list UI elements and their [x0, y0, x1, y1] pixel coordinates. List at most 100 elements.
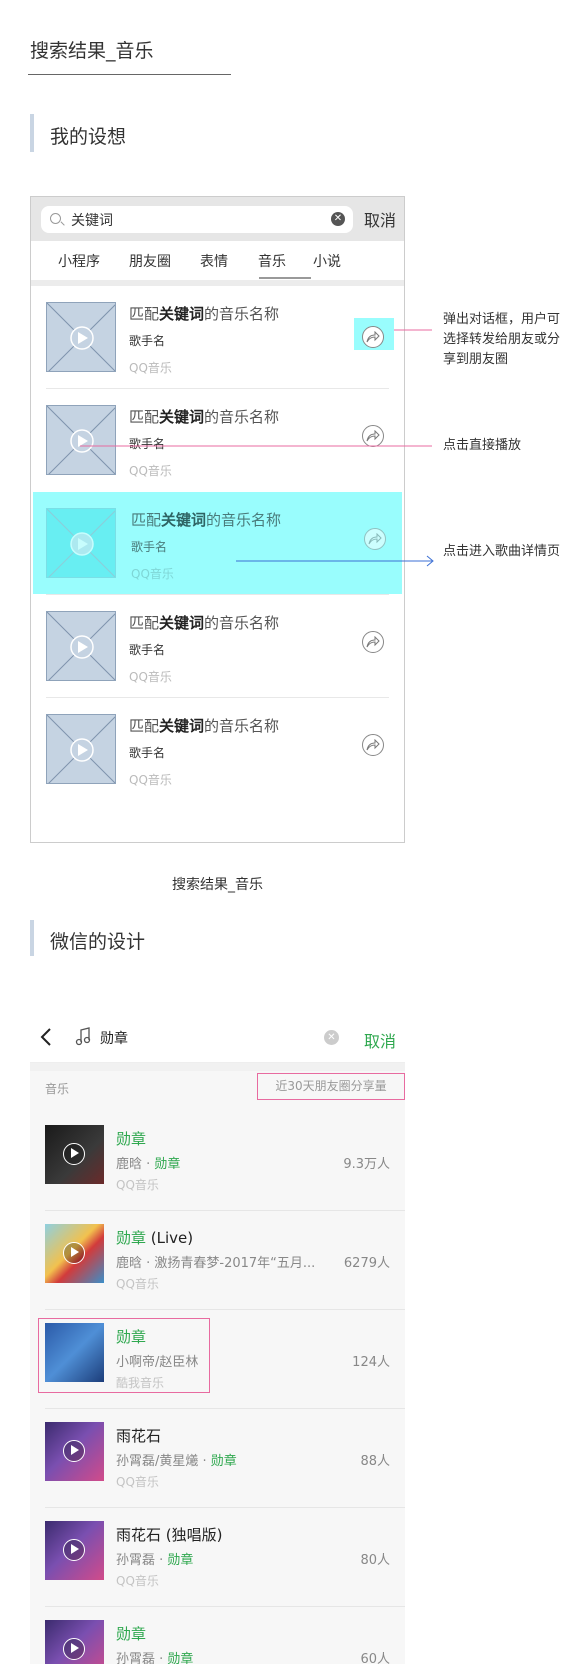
title-prefix: 匹配 [129, 717, 160, 735]
title-suffix: 的音乐名称 [204, 614, 280, 632]
source-label: QQ音乐 [116, 1475, 159, 1489]
artist-name: 歌手名 [131, 540, 168, 554]
tab-novels[interactable]: 小说 [313, 251, 341, 271]
tab-music[interactable]: 音乐 [258, 251, 286, 271]
album-thumbnail[interactable] [46, 714, 116, 784]
back-arrow-icon[interactable] [39, 1027, 53, 1047]
music-result-row[interactable]: 匹配关键词的音乐名称 歌手名 QQ音乐 [33, 492, 402, 594]
section-title-wechat-design: 微信的设计 [50, 931, 146, 953]
wechat-music-row[interactable]: 雨花石 (独唱版) 孙霄磊 · 勋章 QQ音乐 80人 [30, 1508, 405, 1607]
song-title: 匹配关键词的音乐名称 [129, 715, 279, 736]
search-input[interactable]: 关键词 ✕ [41, 206, 353, 233]
title-keyword: 关键词 [159, 614, 205, 632]
share-count: 60人 [360, 1652, 390, 1664]
title-text: 雨花石 [116, 1427, 162, 1445]
title-keyword: 关键词 [161, 511, 207, 529]
artist-text: 鹿晗 [116, 1157, 143, 1172]
song-title: 匹配关键词的音乐名称 [129, 612, 279, 633]
music-result-row[interactable]: 匹配关键词的音乐名称 歌手名 QQ音乐 [31, 389, 404, 491]
figure-caption: 搜索结果_音乐 [172, 877, 263, 893]
search-header: 勋章 ✕ 取消 [30, 1014, 405, 1063]
share-count: 124人 [352, 1355, 390, 1370]
title-text: 勋章 [116, 1229, 147, 1247]
play-icon [47, 509, 115, 577]
artist-text: 孙霄磊 [116, 1652, 156, 1664]
share-count: 9.3万人 [343, 1157, 390, 1172]
source-label: QQ音乐 [129, 773, 172, 787]
music-result-row[interactable]: 匹配关键词的音乐名称 歌手名 QQ音乐 [31, 698, 404, 800]
music-result-row[interactable]: 匹配关键词的音乐名称 歌手名 QQ音乐 [31, 595, 404, 697]
share-icon[interactable] [362, 425, 384, 447]
share-count: 80人 [360, 1553, 390, 1568]
category-tabs: 小程序 朋友圈 表情 音乐 小说 [31, 241, 404, 280]
artist-name: 歌手名 [129, 437, 166, 451]
song-title: 匹配关键词的音乐名称 [129, 406, 279, 427]
artist-text: 鹿晗 · 激扬青春梦-2017年“五月... [116, 1256, 316, 1271]
title-prefix: 匹配 [129, 614, 160, 632]
title-keyword: 关键词 [159, 408, 205, 426]
share-count: 6279人 [343, 1256, 390, 1271]
play-icon[interactable] [63, 1242, 85, 1264]
album-cover[interactable] [45, 1620, 104, 1664]
play-icon[interactable] [63, 1440, 85, 1462]
artist-line: 鹿晗 · 勋章 [116, 1157, 181, 1172]
song-title: 匹配关键词的音乐名称 [129, 303, 279, 324]
source-label: QQ音乐 [131, 567, 174, 581]
album-thumbnail[interactable] [46, 405, 116, 475]
mockup-wechat-design: 勋章 ✕ 取消 音乐 近30天朋友圈分享量 勋章 鹿晗 · 勋章 QQ音乐 9.… [30, 1014, 405, 1664]
share-icon[interactable] [362, 326, 384, 348]
artist-name: 歌手名 [129, 643, 166, 657]
album-thumbnail[interactable] [46, 302, 116, 372]
play-icon [47, 406, 115, 474]
search-keyword: 关键词 [71, 213, 113, 229]
title-underline [28, 74, 231, 75]
artist-text: 孙霄磊 [116, 1553, 156, 1568]
source-label: QQ音乐 [129, 464, 172, 478]
cancel-button[interactable]: 取消 [364, 1028, 396, 1052]
music-result-row[interactable]: 匹配关键词的音乐名称 歌手名 QQ音乐 [31, 286, 404, 388]
wechat-music-row[interactable]: 勋章 鹿晗 · 勋章 QQ音乐 9.3万人 [30, 1112, 405, 1211]
play-icon [47, 303, 115, 371]
album-cover[interactable] [45, 1125, 104, 1184]
annotation-highlight-box [38, 1318, 210, 1393]
source-label: QQ音乐 [116, 1277, 159, 1291]
share-icon[interactable] [362, 734, 384, 756]
album-cover[interactable] [45, 1521, 104, 1580]
title-suffix: 的音乐名称 [204, 408, 280, 426]
wechat-music-row[interactable]: 勋章 (Live) 鹿晗 · 激扬青春梦-2017年“五月... QQ音乐 62… [30, 1211, 405, 1310]
play-icon[interactable] [63, 1638, 85, 1660]
clear-icon[interactable]: ✕ [324, 1030, 339, 1045]
source-label: QQ音乐 [129, 361, 172, 375]
play-icon[interactable] [63, 1539, 85, 1561]
title-prefix: 匹配 [129, 408, 160, 426]
source-label: QQ音乐 [116, 1178, 159, 1192]
page-title: 搜索结果_音乐 [30, 40, 154, 62]
artist-name: 歌手名 [129, 334, 166, 348]
artist-line: 孙霄磊 · 勋章 [116, 1648, 193, 1664]
tab-moments[interactable]: 朋友圈 [129, 251, 171, 271]
tab-stickers[interactable]: 表情 [200, 251, 228, 271]
artist-keyword: 勋章 [167, 1553, 194, 1568]
section-title-my-idea: 我的设想 [50, 126, 127, 148]
search-keyword[interactable]: 勋章 [100, 1028, 128, 1048]
share-count-hint: 近30天朋友圈分享量 [257, 1073, 405, 1100]
album-cover[interactable] [45, 1422, 104, 1481]
wechat-music-row[interactable]: 勋章 孙霄磊 · 勋章 60人 [30, 1607, 405, 1664]
artist-keyword: 勋章 [154, 1157, 181, 1172]
title-prefix: 匹配 [129, 305, 160, 323]
play-icon[interactable] [63, 1143, 85, 1165]
annotation-detail: 点击进入歌曲详情页 [443, 544, 561, 559]
clear-icon[interactable]: ✕ [331, 212, 345, 226]
tab-mini-program[interactable]: 小程序 [58, 251, 100, 271]
annotation-share: 弹出对话框，用户可选择转发给朋友或分享到朋友圈 [443, 312, 561, 367]
cancel-button[interactable]: 取消 [364, 207, 396, 231]
album-thumbnail[interactable] [46, 611, 116, 681]
album-cover[interactable] [45, 1224, 104, 1283]
song-title: 勋章 [116, 1623, 146, 1644]
play-icon [47, 612, 115, 680]
share-icon[interactable] [364, 528, 386, 550]
wechat-music-row[interactable]: 雨花石 孙霄磊/黄星爔 · 勋章 QQ音乐 88人 [30, 1409, 405, 1508]
album-thumbnail[interactable] [46, 508, 116, 578]
share-icon[interactable] [362, 631, 384, 653]
song-title: 匹配关键词的音乐名称 [131, 509, 281, 530]
